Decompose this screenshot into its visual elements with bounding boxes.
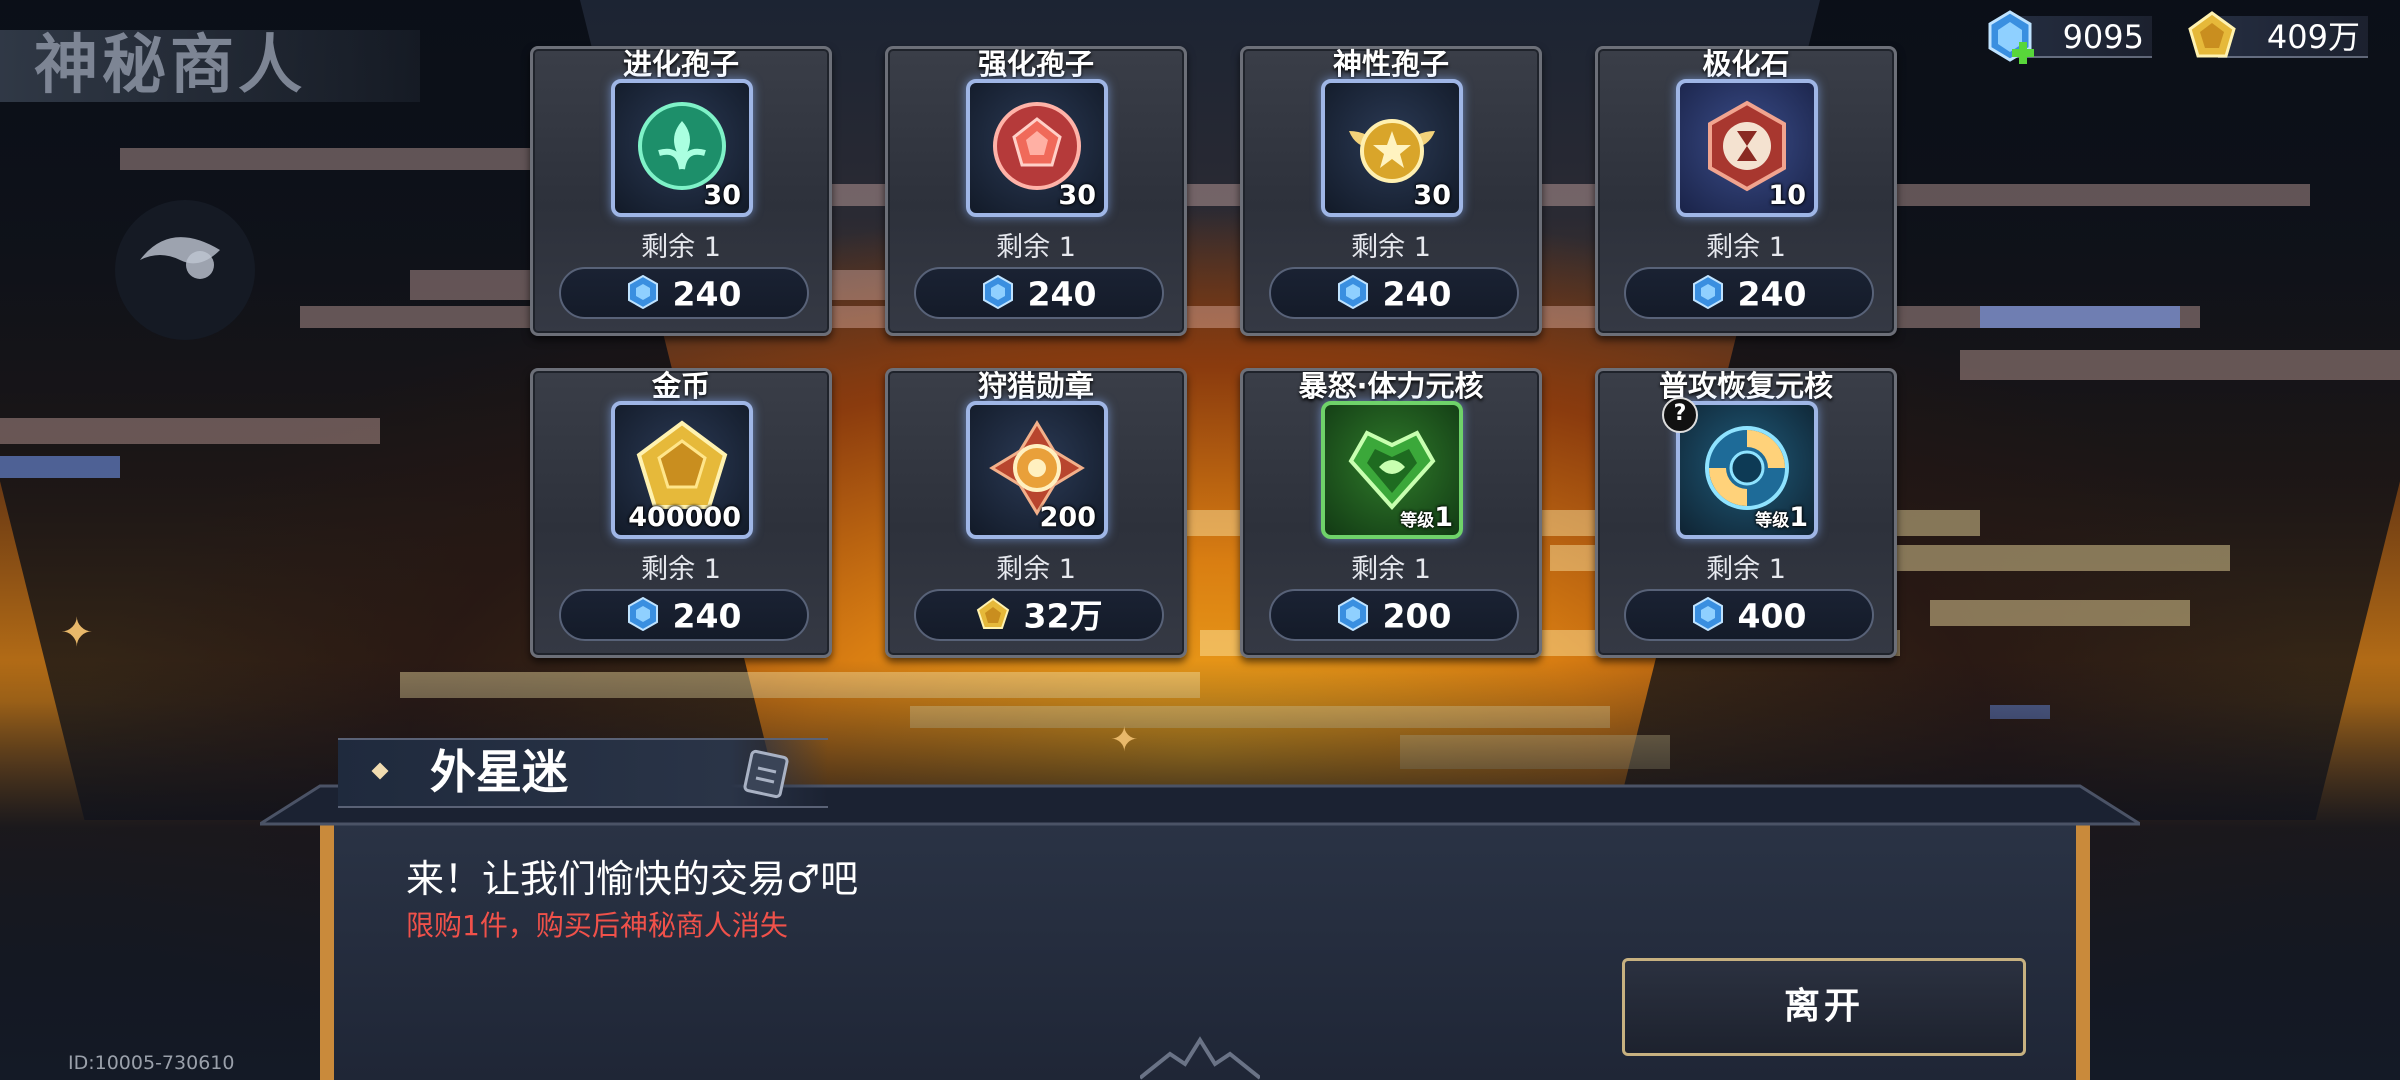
item-name: 金币 [651,369,710,403]
spirit-silhouette [115,200,255,340]
item-remaining: 剩余 1 [1351,232,1431,263]
gold-coin-icon [976,597,1009,629]
shop-item-rage-stamina-core[interactable]: 暴怒·体力元核 等级1 剩余 1 200 [1240,368,1542,658]
item-remaining: 剩余 1 [1706,232,1786,263]
level-label: 等级 [1755,511,1790,531]
item-remaining: 剩余 1 [996,232,1076,263]
blue-gem-icon [1692,596,1723,631]
blue-gem-icon [1337,596,1368,631]
item-price: 240 [1737,274,1807,314]
gold-coin-icon [2188,11,2236,58]
item-remaining: 剩余 1 [641,554,721,585]
buy-button[interactable]: 200 [1269,589,1519,641]
item-frame: 等级1 [1321,401,1463,539]
sparkle-icon: ✦ [60,610,94,656]
blue-gem-icon [627,274,658,309]
gem-amount: 9095 [2016,16,2152,58]
item-frame: 200 [966,401,1108,539]
item-remaining: 剩余 1 [1351,554,1431,585]
help-icon[interactable]: ? [1662,397,1698,433]
item-frame: 30 [966,79,1108,217]
shop-item-attack-recovery-core[interactable]: 普攻恢复元核 ? 等级1 剩余 1 400 [1595,368,1897,658]
item-frame: ? 等级1 [1662,397,1818,539]
item-price: 240 [672,274,742,314]
gold-currency: 409万 [2186,10,2376,62]
item-name: 狩猎勋章 [977,369,1094,403]
shop-item-enhance-spore[interactable]: 强化孢子 30 剩余 1 240 [885,46,1187,336]
npc-name-bar: 外星迷 [338,738,828,808]
item-frame: 10 [1676,79,1818,217]
item-level: 等级1 [1400,502,1453,533]
item-price: 200 [1382,596,1452,636]
item-price: 240 [672,596,742,636]
buy-button[interactable]: 240 [559,267,809,319]
item-frame: 30 [611,79,753,217]
gold-amount: 409万 [2218,16,2368,58]
page-title: 神秘商人 [0,30,420,102]
level-value: 1 [1789,502,1808,533]
buy-button[interactable]: 240 [1269,267,1519,319]
item-name: 强化孢子 [977,47,1094,81]
item-remaining: 剩余 1 [1706,554,1786,585]
shop-item-evolution-spore[interactable]: 进化孢子 30 剩余 1 240 [530,46,832,336]
buy-button[interactable]: 240 [559,589,809,641]
item-frame: 30 [1321,79,1463,217]
level-value: 1 [1434,502,1453,533]
item-name: 暴怒·体力元核 [1298,369,1484,403]
dialog-log-icon[interactable] [738,748,794,800]
buy-button[interactable]: 240 [914,267,1164,319]
item-quantity: 400000 [628,502,741,533]
gem-currency[interactable]: 9095 [1984,10,2170,64]
item-price: 240 [1382,274,1452,314]
blue-gem-icon [1692,274,1723,309]
item-price: 400 [1737,596,1807,636]
dialog-pillar-left [320,823,334,1080]
leave-button[interactable]: 离开 [1622,958,2026,1056]
item-quantity: 200 [1039,502,1096,533]
buy-button[interactable]: 240 [1624,267,1874,319]
blue-gem-icon [627,596,658,631]
item-remaining: 剩余 1 [996,554,1076,585]
item-name: 极化石 [1702,47,1790,81]
player-id: ID:10005-730610 [68,1052,235,1074]
shop-item-gold-coins[interactable]: 金币 400000 剩余 1 240 [530,368,832,658]
npc-speech: 来！让我们愉快的交易♂吧 [406,857,859,901]
shop-item-divine-spore[interactable]: 神性孢子 30 剩余 1 240 [1240,46,1542,336]
shop-item-hunting-medal[interactable]: 狩猎勋章 200 剩余 1 32万 [885,368,1187,658]
npc-name: 外星迷 [430,745,568,799]
item-level: 等级1 [1755,502,1808,533]
diamond-bullet-icon [371,762,389,780]
dialog-pillar-right [2076,823,2090,1080]
item-price: 32万 [1023,596,1103,636]
item-remaining: 剩余 1 [641,232,721,263]
shop-item-polar-stone[interactable]: 极化石 10 剩余 1 240 [1595,46,1897,336]
add-gems-icon[interactable] [2010,40,2036,66]
item-name: 普攻恢复元核 [1658,369,1833,403]
blue-gem-icon [1337,274,1368,309]
bottom-ornament [1140,1036,1260,1080]
level-label: 等级 [1400,511,1435,531]
item-price: 240 [1027,274,1097,314]
item-frame: 400000 [611,401,753,539]
item-name: 进化孢子 [622,47,739,81]
item-quantity: 30 [1413,180,1451,211]
item-quantity: 30 [1058,180,1096,211]
item-name: 神性孢子 [1332,47,1449,81]
buy-button[interactable]: 400 [1624,589,1874,641]
sparkle-icon: ✦ [1110,720,1139,760]
blue-gem-icon [982,274,1013,309]
purchase-limit-notice: 限购1件，购买后神秘商人消失 [406,909,788,942]
item-quantity: 30 [703,180,741,211]
item-quantity: 10 [1768,180,1806,211]
buy-button[interactable]: 32万 [914,589,1164,641]
